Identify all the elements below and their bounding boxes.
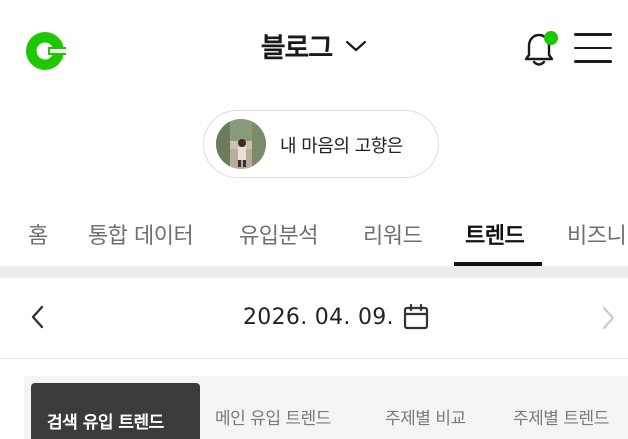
bell-icon[interactable] bbox=[520, 30, 560, 68]
section-divider bbox=[0, 266, 628, 278]
subtab-topic-compare[interactable]: 주제별 비교 bbox=[385, 404, 466, 429]
date-navigator: 2026. 04. 09. bbox=[0, 278, 628, 359]
chevron-down-icon bbox=[346, 40, 367, 51]
active-tab-indicator bbox=[454, 262, 542, 266]
chevron-right-icon[interactable] bbox=[598, 305, 618, 331]
subtab-topic-trend[interactable]: 주제별 트렌드 bbox=[513, 404, 609, 429]
page-title: 블로그 bbox=[260, 33, 334, 64]
blog-name: 내 마음의 고향은 bbox=[280, 136, 403, 157]
tab-inflow-analysis[interactable]: 유입분석 bbox=[239, 218, 318, 250]
avatar bbox=[216, 119, 266, 169]
main-tab-bar: 홈 통합 데이터 유입분석 리워드 트렌드 비즈니 bbox=[0, 210, 628, 266]
tab-business[interactable]: 비즈니 bbox=[567, 218, 627, 250]
subtab-main-inflow-trend[interactable]: 메인 유입 트렌드 bbox=[215, 404, 331, 429]
tab-home[interactable]: 홈 bbox=[28, 218, 48, 250]
notification-badge bbox=[544, 31, 558, 45]
selected-date: 2026. 04. 09. bbox=[243, 305, 394, 330]
subtab-label: 검색 유입 트렌드 bbox=[47, 413, 164, 433]
trend-subtab-bar: 검색 유입 트렌드 메인 유입 트렌드 주제별 비교 주제별 트렌드 bbox=[24, 376, 628, 439]
tab-trend[interactable]: 트렌드 bbox=[465, 218, 525, 250]
app-header: 블로그 bbox=[0, 0, 628, 95]
tab-integrated-data[interactable]: 통합 데이터 bbox=[88, 218, 194, 250]
subtab-search-inflow-trend[interactable]: 검색 유입 트렌드 bbox=[31, 383, 200, 439]
chevron-left-icon[interactable] bbox=[28, 304, 48, 330]
calendar-icon[interactable] bbox=[402, 303, 430, 331]
hamburger-menu-icon[interactable] bbox=[574, 33, 612, 65]
blog-profile-pill[interactable]: 내 마음의 고향은 bbox=[203, 110, 439, 178]
tab-reward[interactable]: 리워드 bbox=[363, 218, 423, 250]
